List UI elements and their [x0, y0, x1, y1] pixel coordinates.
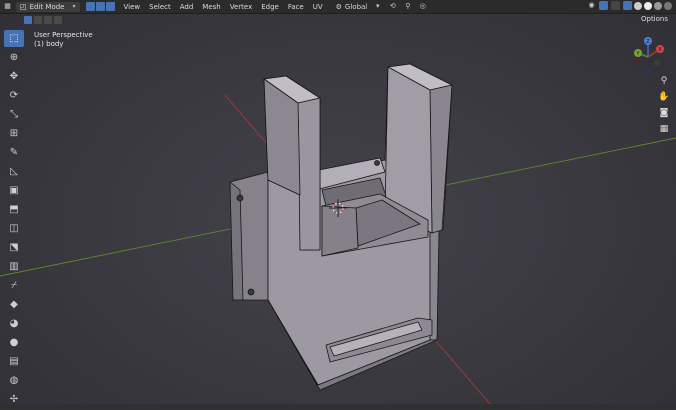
smooth-icon[interactable]: ● — [4, 334, 24, 351]
neg-x-handle[interactable] — [633, 58, 639, 64]
rip-icon[interactable]: ✢ — [4, 391, 24, 408]
menu-add[interactable]: Add — [180, 3, 194, 11]
perspective-label: User Perspective — [34, 31, 93, 39]
poly-build-icon[interactable]: ◆ — [4, 296, 24, 313]
cursor-icon[interactable]: ⊕ — [4, 49, 24, 66]
header-menu: View Select Add Mesh Vertex Edge Face UV — [124, 3, 332, 11]
options-dropdown[interactable]: Options — [641, 15, 668, 23]
object-label: (1) body — [34, 40, 64, 48]
rendered-shading-icon[interactable] — [664, 1, 672, 10]
gizmo-z-label: Z — [646, 39, 650, 45]
menu-edge[interactable]: Edge — [261, 3, 279, 11]
camera-icon[interactable]: ◙ — [657, 106, 671, 120]
menu-view[interactable]: View — [124, 3, 141, 11]
orientation-label: Global — [344, 2, 368, 11]
edge-select-icon[interactable] — [95, 2, 105, 11]
bevel-icon[interactable]: ⬔ — [4, 239, 24, 256]
selection-mode-buttons — [24, 16, 64, 24]
editor-type-icon[interactable]: ▦ — [3, 2, 12, 11]
inset-icon[interactable]: ◫ — [4, 220, 24, 237]
mode-label: Edit Mode — [29, 2, 65, 11]
material-shading-icon[interactable] — [654, 1, 662, 10]
viewport-info: User Perspective (1) body — [34, 31, 93, 49]
xray-toggle-icon[interactable] — [623, 1, 632, 10]
vertex-select-icon[interactable] — [85, 2, 95, 11]
select-new-icon[interactable] — [24, 16, 32, 24]
viewport-header: ▦ ◰ Edit Mode ▾ View Select Add Mesh Ver… — [0, 0, 676, 14]
gizmo-toggle-icon[interactable] — [599, 1, 608, 10]
menu-select[interactable]: Select — [149, 3, 171, 11]
header-right-group: ◉ — [581, 1, 672, 10]
mesh-object[interactable] — [229, 63, 453, 391]
transform-icon[interactable]: ⊞ — [4, 125, 24, 142]
select-subtract-icon[interactable] — [44, 16, 52, 24]
zoom-icon[interactable]: ⚲ — [657, 74, 671, 88]
face-select-icon[interactable] — [105, 2, 115, 11]
loop-cut-icon[interactable]: ▥ — [4, 258, 24, 275]
menu-face[interactable]: Face — [288, 3, 304, 11]
navigation-gizmo[interactable]: X Y Z — [626, 35, 670, 79]
mode-dropdown[interactable]: ◰ Edit Mode ▾ — [16, 1, 80, 12]
wireframe-shading-icon[interactable] — [634, 1, 642, 10]
neg-y-handle[interactable] — [654, 60, 660, 66]
visibility-icon[interactable]: ◉ — [587, 1, 596, 10]
solid-shading-icon[interactable] — [644, 1, 652, 10]
annotate-icon[interactable]: ✎ — [4, 144, 24, 161]
proportional-editing-icon[interactable]: ◎ — [418, 2, 427, 11]
global-orientation-icon: ⚙ — [335, 2, 342, 11]
spin-icon[interactable]: ◕ — [4, 315, 24, 332]
menu-uv[interactable]: UV — [313, 3, 323, 11]
neg-z-handle[interactable] — [645, 70, 651, 76]
edit-mode-icon: ◰ — [20, 2, 27, 11]
select-extend-icon[interactable] — [34, 16, 42, 24]
measure-icon[interactable]: ◺ — [4, 163, 24, 180]
select-box-icon[interactable]: ⬚ — [4, 30, 24, 47]
tool-shelf: ⬚ ⊕ ✥ ⟳ ⤡ ⊞ ✎ ◺ ▣ ⬒ ◫ ⬔ ▥ ⌿ ◆ ◕ ● ▤ ◍ ✢ — [4, 30, 24, 410]
shrink-fatten-icon[interactable]: ◍ — [4, 372, 24, 389]
knife-icon[interactable]: ⌿ — [4, 277, 24, 294]
menu-vertex[interactable]: Vertex — [230, 3, 253, 11]
edge-slide-icon[interactable]: ▤ — [4, 353, 24, 370]
viewport-scene[interactable] — [0, 0, 676, 404]
chevron-down-icon: ▾ — [376, 2, 380, 10]
add-cube-icon[interactable]: ▣ — [4, 182, 24, 199]
snap-icon[interactable]: ⚲ — [403, 2, 412, 11]
menu-mesh[interactable]: Mesh — [202, 3, 220, 11]
tool-settings-bar: Options — [0, 14, 676, 26]
gizmo-x-label: X — [658, 47, 662, 53]
pan-hand-icon[interactable]: ✋ — [657, 90, 671, 104]
chevron-down-icon: ▾ — [72, 3, 76, 10]
transform-orientation-dropdown[interactable]: ⚙ Global ▾ — [336, 2, 383, 11]
perspective-grid-icon[interactable]: ▦ — [657, 122, 671, 136]
pivot-point-icon[interactable]: ⟲ — [388, 2, 397, 11]
select-mode-group — [85, 2, 116, 11]
move-icon[interactable]: ✥ — [4, 68, 24, 85]
scale-icon[interactable]: ⤡ — [4, 106, 24, 123]
overlays-toggle-icon[interactable] — [611, 1, 620, 10]
select-intersect-icon[interactable] — [54, 16, 62, 24]
rotate-icon[interactable]: ⟳ — [4, 87, 24, 104]
extrude-icon[interactable]: ⬒ — [4, 201, 24, 218]
